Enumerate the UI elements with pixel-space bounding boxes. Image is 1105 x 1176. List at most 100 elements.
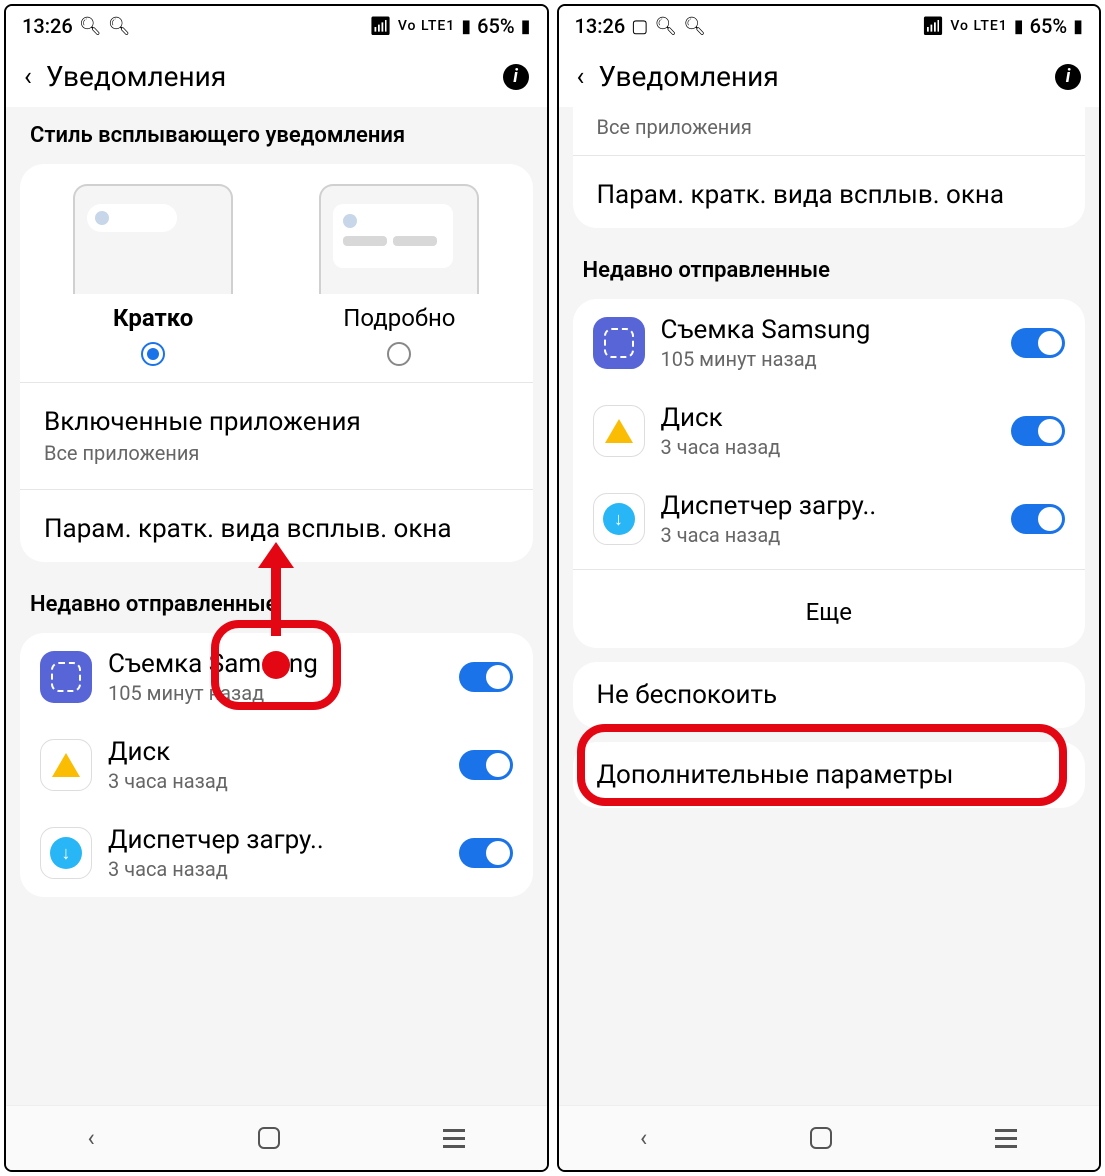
drive-icon xyxy=(593,405,645,457)
brief-params-row[interactable]: Парам. кратк. вида всплыв. окна xyxy=(573,162,1086,228)
battery-text: 65% xyxy=(477,14,514,38)
battery-icon: ▮ xyxy=(521,16,531,37)
style-brief-option[interactable]: Кратко xyxy=(30,184,276,366)
app-time: 3 часа назад xyxy=(661,435,996,459)
divider xyxy=(573,569,1086,570)
header: ‹ Уведомления i xyxy=(6,46,547,107)
app-time: 3 часа назад xyxy=(108,857,443,881)
info-icon[interactable]: i xyxy=(1055,64,1081,90)
app-time: 3 часа назад xyxy=(661,523,996,547)
advanced-card: Дополнительные параметры xyxy=(573,742,1086,808)
drive-icon xyxy=(40,739,92,791)
style-detailed-option[interactable]: Подробно xyxy=(276,184,522,366)
toggle-download[interactable] xyxy=(1011,504,1065,534)
enabled-apps-row[interactable]: Включенные приложения Все приложения xyxy=(20,389,533,483)
nav-back-icon[interactable]: ‹ xyxy=(88,1124,95,1152)
app-time: 105 минут назад xyxy=(108,681,443,705)
app-time: 3 часа назад xyxy=(108,769,443,793)
dnd-row[interactable]: Не беспокоить xyxy=(573,662,1086,728)
wifi-icon: 📶︎ xyxy=(921,16,944,37)
detailed-radio[interactable] xyxy=(387,342,411,366)
download-manager-icon: ↓ xyxy=(593,493,645,545)
recent-apps-card: Съемка Samsung 105 минут назад Диск 3 ча… xyxy=(20,633,533,897)
nav-home-icon[interactable] xyxy=(810,1127,832,1149)
divider xyxy=(573,155,1086,156)
content-right[interactable]: Все приложения Парам. кратк. вида всплыв… xyxy=(559,107,1100,1105)
page-title: Уведомления xyxy=(598,60,1041,93)
toggle-drive[interactable] xyxy=(459,750,513,780)
divider xyxy=(20,382,533,383)
app-row-drive[interactable]: Диск 3 часа назад xyxy=(20,721,533,809)
popup-style-card: Кратко Подробно xyxy=(20,164,533,562)
more-button[interactable]: Еще xyxy=(573,576,1086,648)
brief-label: Кратко xyxy=(113,304,193,332)
app-row-samsung[interactable]: Съемка Samsung 105 минут назад xyxy=(20,633,533,721)
brief-params-title: Парам. кратк. вида всплыв. окна xyxy=(44,514,509,544)
brief-params-title: Парам. кратк. вида всплыв. окна xyxy=(597,180,1062,210)
samsung-capture-icon xyxy=(593,317,645,369)
app-row-download[interactable]: ↓ Диспетчер загру.. 3 часа назад xyxy=(573,475,1086,563)
status-bar: 13:26 🔍︎ 🔍︎ 📶︎ Vo LTE1 ▮ 65% ▮ xyxy=(6,6,547,46)
nav-recent-icon[interactable] xyxy=(995,1137,1017,1140)
app-row-samsung[interactable]: Съемка Samsung 105 минут назад xyxy=(573,299,1086,387)
all-apps-sub: Все приложения xyxy=(597,115,1062,139)
battery-icon: ▮ xyxy=(1073,16,1083,37)
back-button[interactable]: ‹ xyxy=(24,62,32,92)
enabled-apps-title: Включенные приложения xyxy=(44,407,509,437)
app-name: Съемка Samsung xyxy=(661,315,996,345)
enabled-apps-sub: Все приложения xyxy=(44,441,509,465)
volte-icon: Vo LTE1 xyxy=(398,18,455,34)
toggle-download[interactable] xyxy=(459,838,513,868)
recent-apps-card: Съемка Samsung 105 минут назад Диск 3 ча… xyxy=(573,299,1086,648)
page-title: Уведомления xyxy=(46,60,489,93)
samsung-capture-icon xyxy=(40,651,92,703)
wifi-icon: 📶︎ xyxy=(369,16,392,37)
status-time: 13:26 xyxy=(575,14,626,38)
dnd-card: Не беспокоить xyxy=(573,662,1086,728)
dnd-title: Не беспокоить xyxy=(597,680,1062,710)
app-row-download[interactable]: ↓ Диспетчер загру.. 3 часа назад xyxy=(20,809,533,897)
app-time: 105 минут назад xyxy=(661,347,996,371)
app-name: Диспетчер загру.. xyxy=(108,825,443,855)
nav-bar: ‹ xyxy=(559,1105,1100,1170)
content-left[interactable]: Стиль всплывающего уведомления Кратко xyxy=(6,107,547,1105)
detailed-label: Подробно xyxy=(343,304,455,332)
brief-radio[interactable] xyxy=(141,342,165,366)
nav-bar: ‹ xyxy=(6,1105,547,1170)
advanced-row[interactable]: Дополнительные параметры xyxy=(573,742,1086,808)
toggle-samsung[interactable] xyxy=(459,662,513,692)
divider xyxy=(20,489,533,490)
app-name: Диск xyxy=(108,737,443,767)
app-name: Съемка Samsung xyxy=(108,649,443,679)
nav-back-icon[interactable]: ‹ xyxy=(640,1124,647,1152)
all-apps-row[interactable]: Все приложения xyxy=(573,107,1086,149)
app-name: Диспетчер загру.. xyxy=(661,491,996,521)
search-icon: 🔍︎ xyxy=(654,16,677,37)
download-manager-icon: ↓ xyxy=(40,827,92,879)
signal-icon: ▮ xyxy=(461,16,471,37)
app-name: Диск xyxy=(661,403,996,433)
status-bar: 13:26 ▢ 🔍︎ 🔍︎ 📶︎ Vo LTE1 ▮ 65% ▮ xyxy=(559,6,1100,46)
app-row-drive[interactable]: Диск 3 часа назад xyxy=(573,387,1086,475)
recent-sent-header: Недавно отправленные xyxy=(559,242,1100,293)
nav-home-icon[interactable] xyxy=(258,1127,280,1149)
toggle-samsung[interactable] xyxy=(1011,328,1065,358)
status-time: 13:26 xyxy=(22,14,73,38)
recent-sent-header: Недавно отправленные xyxy=(6,576,547,627)
volte-icon: Vo LTE1 xyxy=(950,18,1007,34)
search-icon-2: 🔍︎ xyxy=(683,16,706,37)
phone-right: 13:26 ▢ 🔍︎ 🔍︎ 📶︎ Vo LTE1 ▮ 65% ▮ ‹ Уведо… xyxy=(557,4,1102,1172)
info-icon[interactable]: i xyxy=(503,64,529,90)
gallery-icon: ▢ xyxy=(631,16,648,37)
back-button[interactable]: ‹ xyxy=(577,62,585,92)
enabled-apps-card: Все приложения Парам. кратк. вида всплыв… xyxy=(573,107,1086,228)
popup-style-header: Стиль всплывающего уведомления xyxy=(6,107,547,158)
brief-preview xyxy=(73,184,233,294)
search-icon: 🔍︎ xyxy=(79,16,102,37)
signal-icon: ▮ xyxy=(1014,16,1024,37)
toggle-drive[interactable] xyxy=(1011,416,1065,446)
advanced-title: Дополнительные параметры xyxy=(597,760,1062,790)
brief-params-row[interactable]: Парам. кратк. вида всплыв. окна xyxy=(20,496,533,562)
nav-recent-icon[interactable] xyxy=(443,1137,465,1140)
battery-text: 65% xyxy=(1030,14,1067,38)
